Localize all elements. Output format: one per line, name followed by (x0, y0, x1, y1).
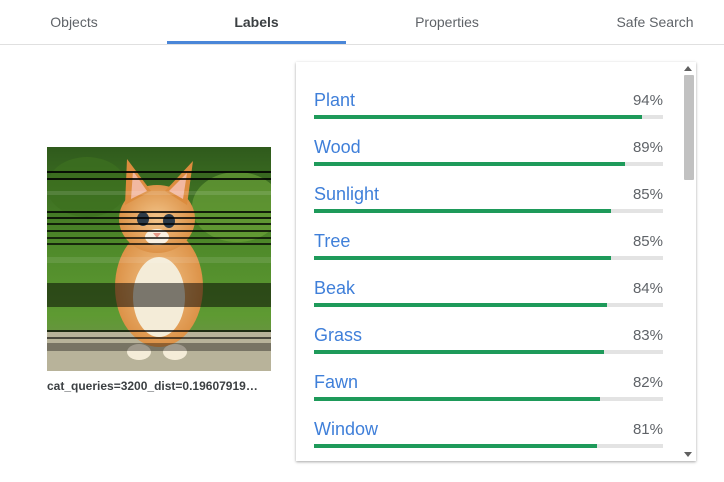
label-name[interactable]: Window (314, 419, 378, 440)
label-row[interactable]: Grass 83% (314, 307, 663, 354)
label-percent: 85% (632, 186, 663, 203)
label-row[interactable]: Tail77% (314, 448, 663, 461)
active-tab-indicator (167, 41, 346, 44)
label-name[interactable]: Sunlight (314, 184, 379, 205)
label-name[interactable]: Wood (314, 137, 361, 158)
label-name[interactable]: Fawn (314, 372, 358, 393)
label-percent: 84% (632, 280, 663, 297)
analyzed-image (47, 147, 271, 371)
label-row[interactable]: Tree 85% (314, 213, 663, 260)
tab-properties[interactable]: Properties (358, 0, 536, 45)
label-name[interactable]: Plant (314, 90, 355, 111)
label-percent: 89% (632, 139, 663, 156)
image-filename: cat_queries=3200_dist=0.19607919… (47, 379, 258, 393)
label-row[interactable]: Sunlight 85% (314, 166, 663, 213)
label-row[interactable]: Plant 94% (314, 72, 663, 119)
cat-photo (47, 147, 271, 371)
label-name[interactable]: Grass (314, 325, 362, 346)
scrollbar[interactable] (681, 62, 696, 461)
label-row[interactable]: Beak 84% (314, 260, 663, 307)
scrollbar-thumb[interactable] (684, 75, 694, 180)
scroll-up-icon[interactable] (684, 66, 692, 71)
tab-labels[interactable]: Labels (167, 0, 346, 45)
label-percent: 94% (632, 92, 663, 109)
tab-bar: Objects Labels Properties Safe Search (0, 0, 724, 45)
label-name[interactable]: Tree (314, 231, 350, 252)
labels-panel: Plant 94% Wood 89% Sunlight 85% Tree 85% Beak 84%… (296, 62, 696, 461)
label-percent: 81% (632, 421, 663, 438)
label-percent: 83% (632, 327, 663, 344)
label-percent: 82% (632, 374, 663, 391)
label-percent: 85% (632, 233, 663, 250)
label-row[interactable]: Window 81% (314, 401, 663, 448)
label-row[interactable]: Fawn 82% (314, 354, 663, 401)
tab-safe-search[interactable]: Safe Search (586, 0, 724, 45)
scroll-down-icon[interactable] (684, 452, 692, 457)
label-row[interactable]: Wood 89% (314, 119, 663, 166)
tab-objects[interactable]: Objects (0, 0, 148, 45)
label-name[interactable]: Beak (314, 278, 355, 299)
